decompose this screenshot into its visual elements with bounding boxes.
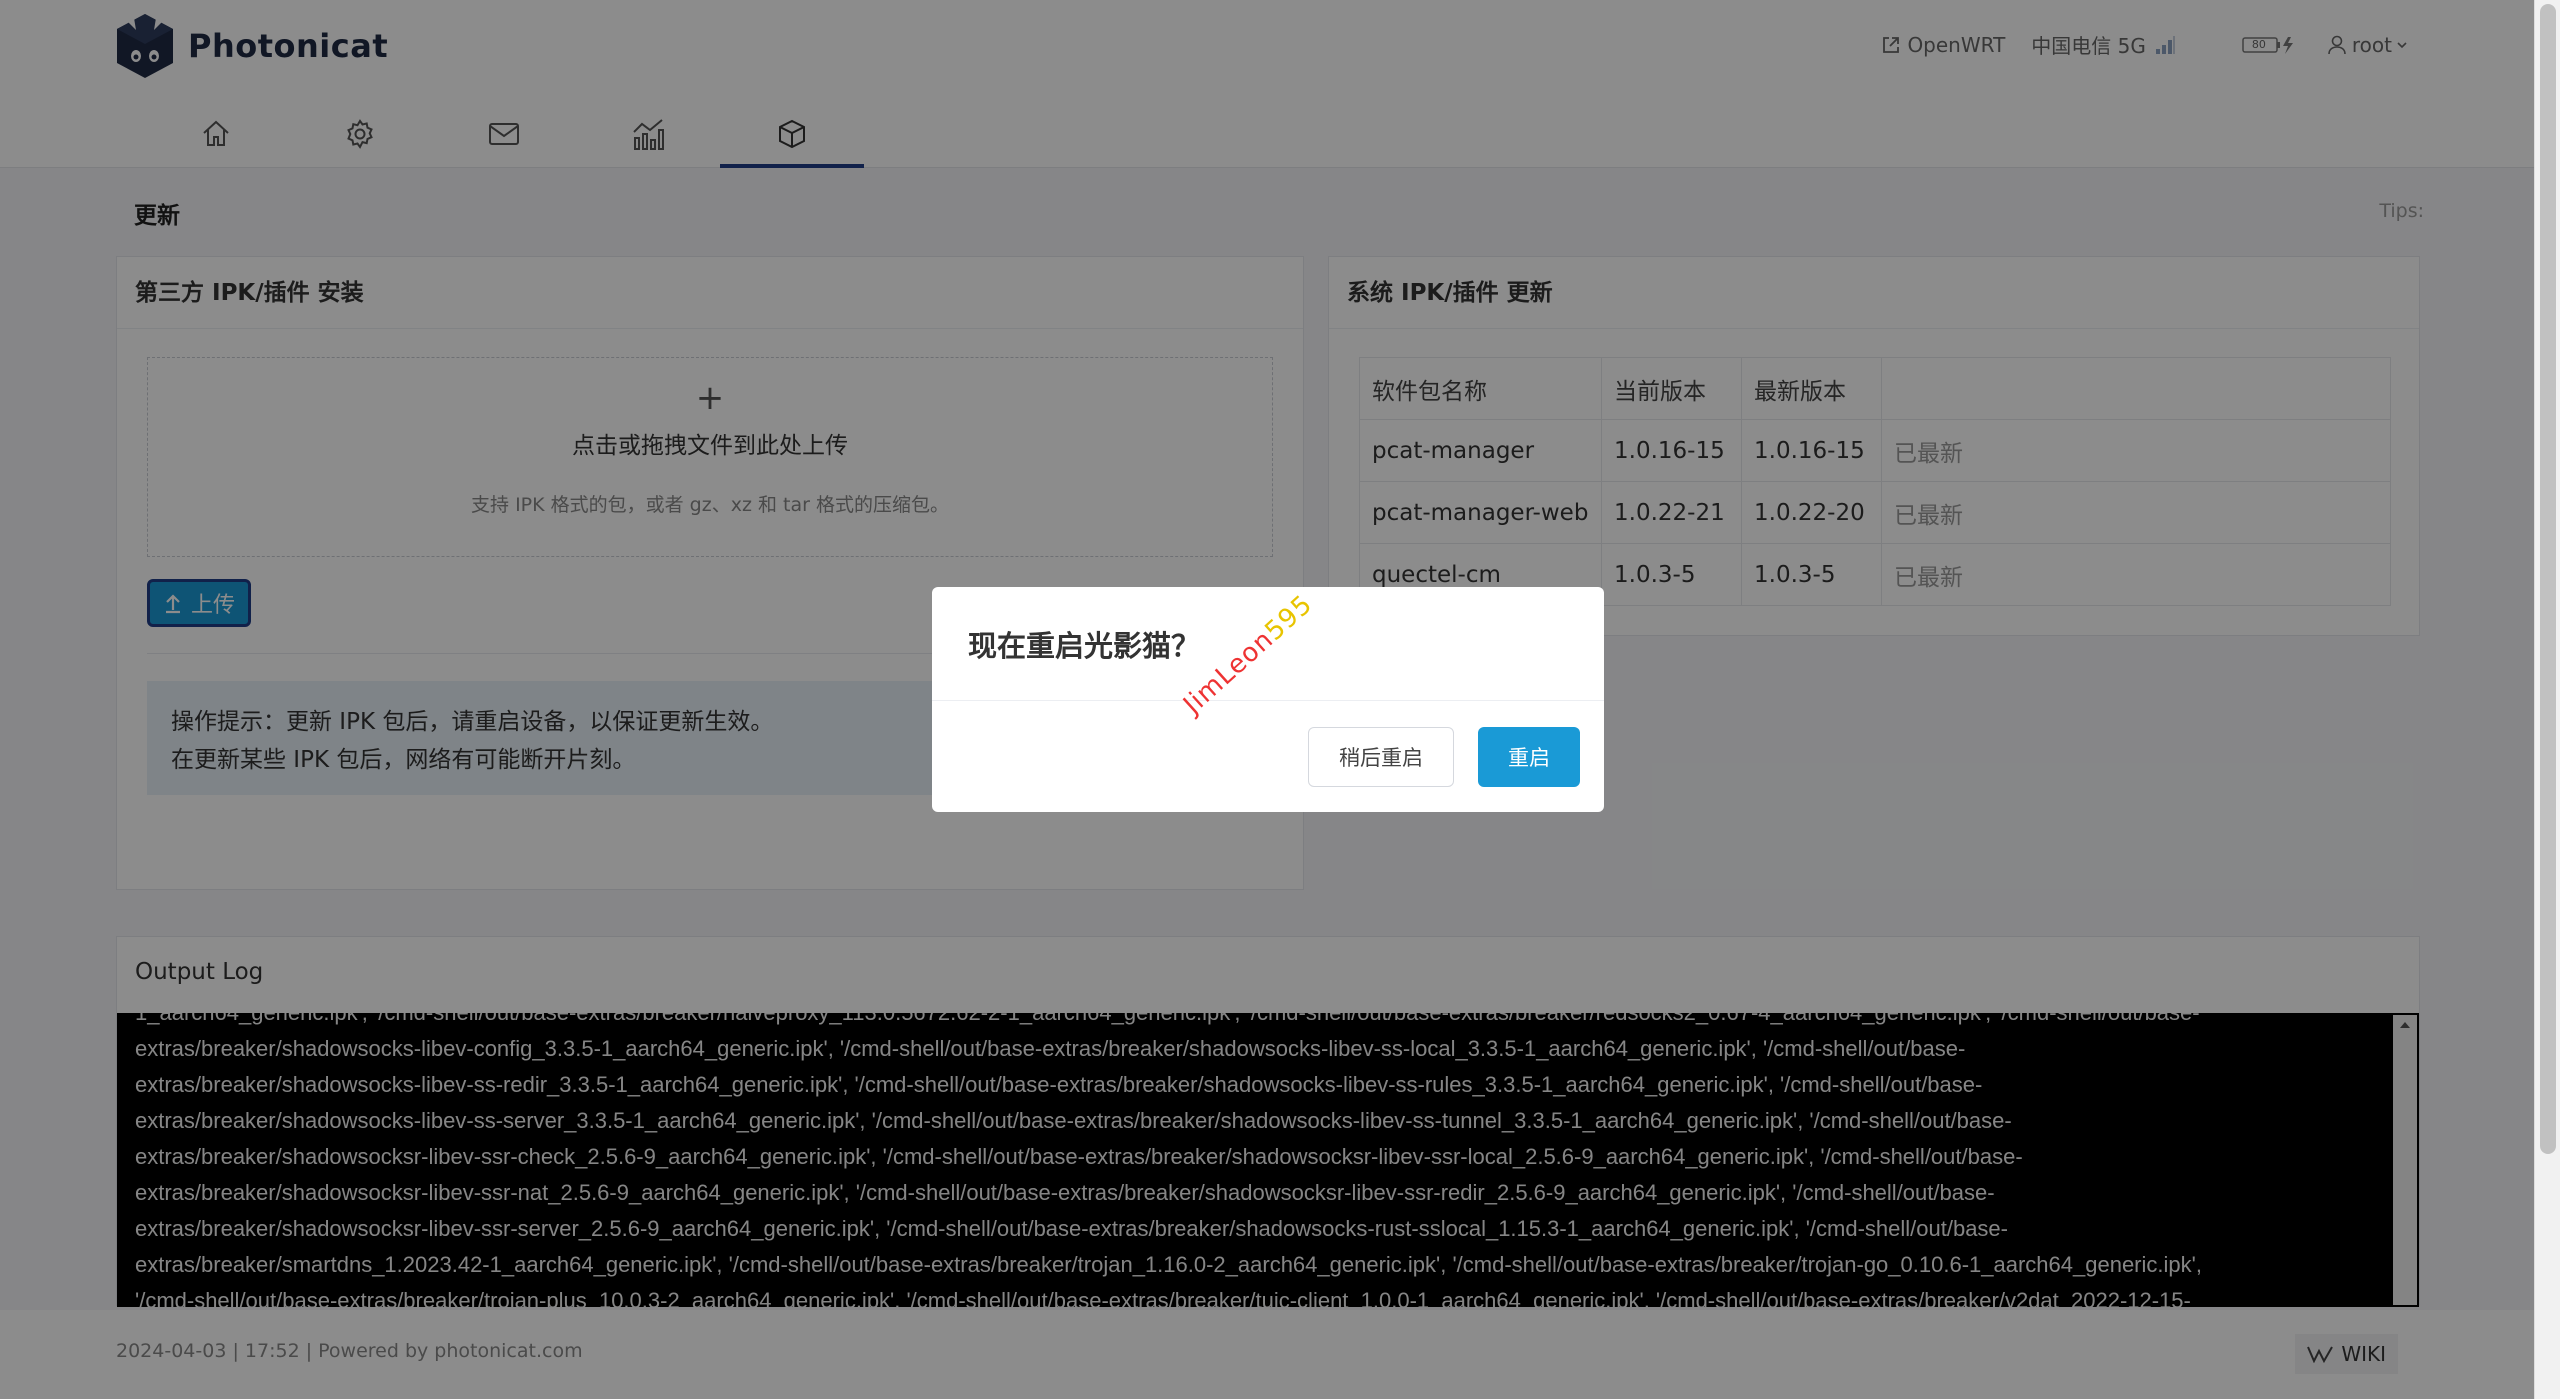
restart-later-button[interactable]: 稍后重启 [1308,727,1454,787]
page-scrollbar[interactable] [2534,0,2560,1399]
restart-button[interactable]: 重启 [1478,727,1580,787]
page-scrollbar-thumb[interactable] [2540,4,2556,1154]
